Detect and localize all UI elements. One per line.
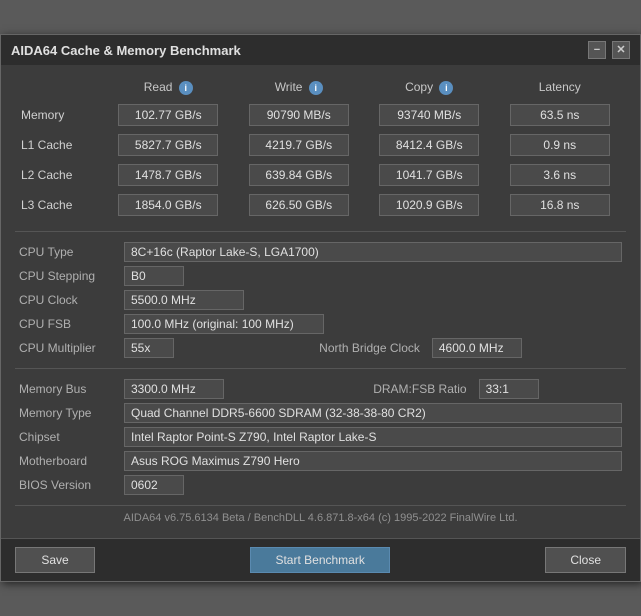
main-window: AIDA64 Cache & Memory Benchmark − ✕ Read… <box>0 34 641 582</box>
cpu-fsb-value: 100.0 MHz (original: 100 MHz) <box>124 314 324 334</box>
title-bar-controls: − ✕ <box>588 41 630 59</box>
col-read: Read i <box>104 77 233 99</box>
write-info-icon[interactable]: i <box>309 81 323 95</box>
close-button[interactable]: Close <box>545 547 626 573</box>
motherboard-label: Motherboard <box>15 449 120 473</box>
memory-bus-value: 3300.0 MHz <box>124 379 224 399</box>
motherboard-row: Motherboard Asus ROG Maximus Z790 Hero <box>15 449 626 473</box>
memory-type-value: Quad Channel DDR5-6600 SDRAM (32-38-38-8… <box>124 403 622 423</box>
col-write: Write i <box>235 77 364 99</box>
bios-value: 0602 <box>124 475 184 495</box>
cpu-fsb-label: CPU FSB <box>15 312 120 336</box>
chipset-row: Chipset Intel Raptor Point-S Z790, Intel… <box>15 425 626 449</box>
bench-copy: 93740 MB/s <box>379 104 479 126</box>
chipset-label: Chipset <box>15 425 120 449</box>
memory-type-row: Memory Type Quad Channel DDR5-6600 SDRAM… <box>15 401 626 425</box>
bench-read: 1478.7 GB/s <box>118 164 218 186</box>
cpu-multiplier-row: CPU Multiplier 55x North Bridge Clock 46… <box>15 336 626 360</box>
cpu-type-row: CPU Type 8C+16c (Raptor Lake-S, LGA1700) <box>15 240 626 264</box>
chipset-value: Intel Raptor Point-S Z790, Intel Raptor … <box>124 427 622 447</box>
bench-write: 626.50 GB/s <box>249 194 349 216</box>
bench-row-l1-cache: L1 Cache 5827.7 GB/s 4219.7 GB/s 8412.4 … <box>17 131 624 159</box>
divider-1 <box>15 231 626 232</box>
cpu-clock-row: CPU Clock 5500.0 MHz <box>15 288 626 312</box>
dram-fsb-label: DRAM:FSB Ratio <box>240 377 475 401</box>
bench-latency: 63.5 ns <box>510 104 610 126</box>
cpu-stepping-value: B0 <box>124 266 184 286</box>
col-copy: Copy i <box>365 77 494 99</box>
button-bar: Save Start Benchmark Close <box>1 538 640 581</box>
bench-write: 639.84 GB/s <box>249 164 349 186</box>
bench-row-l2-cache: L2 Cache 1478.7 GB/s 639.84 GB/s 1041.7 … <box>17 161 624 189</box>
bench-latency: 0.9 ns <box>510 134 610 156</box>
bench-copy: 1020.9 GB/s <box>379 194 479 216</box>
bench-copy: 1041.7 GB/s <box>379 164 479 186</box>
system-info-table-2: Memory Bus 3300.0 MHz DRAM:FSB Ratio 33:… <box>15 377 626 497</box>
motherboard-value: Asus ROG Maximus Z790 Hero <box>124 451 622 471</box>
copy-info-icon[interactable]: i <box>439 81 453 95</box>
bench-label: L3 Cache <box>17 191 102 219</box>
bench-row-l3-cache: L3 Cache 1854.0 GB/s 626.50 GB/s 1020.9 … <box>17 191 624 219</box>
bios-label: BIOS Version <box>15 473 120 497</box>
bios-row: BIOS Version 0602 <box>15 473 626 497</box>
bench-copy: 8412.4 GB/s <box>379 134 479 156</box>
cpu-fsb-row: CPU FSB 100.0 MHz (original: 100 MHz) <box>15 312 626 336</box>
north-bridge-clock-label: North Bridge Clock <box>200 336 428 360</box>
save-button[interactable]: Save <box>15 547 95 573</box>
bench-latency: 3.6 ns <box>510 164 610 186</box>
bench-write: 90790 MB/s <box>249 104 349 126</box>
read-info-icon[interactable]: i <box>179 81 193 95</box>
bench-label: L1 Cache <box>17 131 102 159</box>
cpu-type-label: CPU Type <box>15 240 120 264</box>
footer-note: AIDA64 v6.75.6134 Beta / BenchDLL 4.6.87… <box>15 505 626 528</box>
window-title: AIDA64 Cache & Memory Benchmark <box>11 43 241 58</box>
cpu-clock-label: CPU Clock <box>15 288 120 312</box>
window-close-button[interactable]: ✕ <box>612 41 630 59</box>
minimize-button[interactable]: − <box>588 41 606 59</box>
bench-write: 4219.7 GB/s <box>249 134 349 156</box>
memory-type-label: Memory Type <box>15 401 120 425</box>
cpu-stepping-label: CPU Stepping <box>15 264 120 288</box>
dram-fsb-value: 33:1 <box>479 379 539 399</box>
north-bridge-clock-value: 4600.0 MHz <box>432 338 522 358</box>
start-benchmark-button[interactable]: Start Benchmark <box>250 547 389 573</box>
memory-bus-label: Memory Bus <box>15 377 120 401</box>
bench-read: 102.77 GB/s <box>118 104 218 126</box>
memory-bus-row: Memory Bus 3300.0 MHz DRAM:FSB Ratio 33:… <box>15 377 626 401</box>
bench-read: 5827.7 GB/s <box>118 134 218 156</box>
benchmark-table: Read i Write i Copy i Latency Memory <box>15 75 626 221</box>
bench-read: 1854.0 GB/s <box>118 194 218 216</box>
content-area: Read i Write i Copy i Latency Memory <box>1 65 640 538</box>
bench-row-memory: Memory 102.77 GB/s 90790 MB/s 93740 MB/s… <box>17 101 624 129</box>
title-bar: AIDA64 Cache & Memory Benchmark − ✕ <box>1 35 640 65</box>
bench-latency: 16.8 ns <box>510 194 610 216</box>
cpu-multiplier-label: CPU Multiplier <box>15 336 120 360</box>
cpu-stepping-row: CPU Stepping B0 <box>15 264 626 288</box>
divider-2 <box>15 368 626 369</box>
cpu-clock-value: 5500.0 MHz <box>124 290 244 310</box>
cpu-multiplier-value: 55x <box>124 338 174 358</box>
cpu-type-value: 8C+16c (Raptor Lake-S, LGA1700) <box>124 242 622 262</box>
col-latency: Latency <box>496 77 625 99</box>
bench-label: L2 Cache <box>17 161 102 189</box>
bench-label: Memory <box>17 101 102 129</box>
system-info-table: CPU Type 8C+16c (Raptor Lake-S, LGA1700)… <box>15 240 626 360</box>
